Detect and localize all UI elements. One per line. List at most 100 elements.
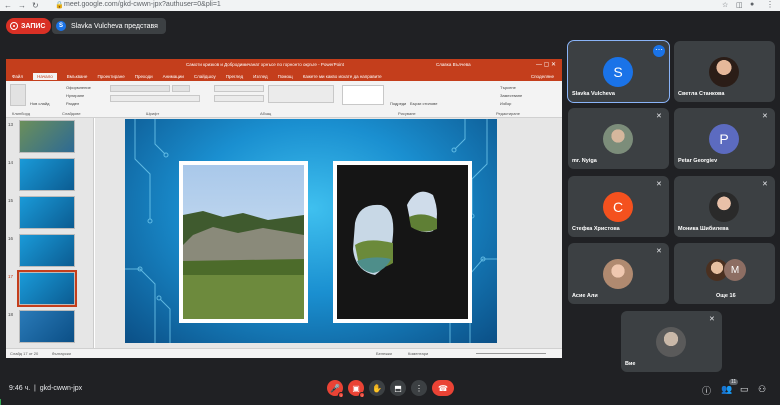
slide-thumbnail[interactable] xyxy=(19,120,75,153)
raise-hand-icon[interactable]: ✋ xyxy=(369,380,385,396)
group-drawing: Рисуване xyxy=(398,111,416,116)
group-slides: Слайдове xyxy=(62,111,81,116)
ppt-user-name: Славка Вълчева xyxy=(436,62,471,67)
more-options-icon[interactable]: ⋯ xyxy=(653,45,665,57)
new-slide-button[interactable]: Нов слайд xyxy=(30,101,49,106)
participant-tile[interactable]: ⋯ S Slavka Vulcheva xyxy=(567,40,670,103)
star-icon[interactable]: ☆ xyxy=(722,1,728,9)
present-icon[interactable]: ⬒ xyxy=(390,380,406,396)
quick-styles-button[interactable]: Бързи стилове xyxy=(410,101,437,106)
participant-tile[interactable]: ✕ Асие Али xyxy=(568,243,669,304)
section-button[interactable]: Раздел xyxy=(66,101,79,106)
ppt-status-bar: Слайд 17 от 20 български Бележки Комента… xyxy=(6,348,562,358)
tab-transitions[interactable]: Преходи xyxy=(135,74,153,79)
tab-home[interactable]: Начало xyxy=(33,72,57,80)
select-button[interactable]: Избор xyxy=(500,101,511,106)
slide-photo-cliffs[interactable] xyxy=(179,161,308,323)
info-icon[interactable]: ⓘ xyxy=(702,384,711,397)
participant-name: Моника Шибилева xyxy=(678,226,729,232)
chat-icon[interactable]: ▭ xyxy=(740,384,749,395)
tab-slideshow[interactable]: Слайдшоу xyxy=(194,74,216,79)
more-vert-icon[interactable]: ⋮ xyxy=(411,380,427,396)
current-slide[interactable] xyxy=(125,119,497,343)
avatar: С xyxy=(603,192,633,222)
participant-name: Slavka Vulcheva xyxy=(572,91,615,97)
zoom-slider[interactable] xyxy=(476,353,546,354)
participant-tile[interactable]: ✕ С Стефка Христова xyxy=(568,176,669,237)
participant-tile[interactable]: ✕ P Petar Georgiev xyxy=(674,108,775,169)
group-font: Шрифт xyxy=(146,111,160,116)
forward-icon[interactable]: → xyxy=(18,1,26,10)
tab-animations[interactable]: Анимации xyxy=(163,74,184,79)
profile-icon[interactable]: ● xyxy=(750,1,754,8)
participant-name: Petar Georgiev xyxy=(678,158,718,164)
slide-thumbnail[interactable] xyxy=(19,310,75,343)
tab-review[interactable]: Преглед xyxy=(226,74,243,79)
ppt-ribbon-tabs: Файл Начало Вмъкване Проектиране Преходи… xyxy=(6,71,562,81)
more-participants-tile[interactable]: M Още 16 xyxy=(674,243,775,304)
paste-button[interactable] xyxy=(10,84,26,106)
presenter-chip[interactable]: S Slavka Vulcheva представя xyxy=(52,18,166,34)
address-bar[interactable]: meet.google.com/gkd-cwwn-jpx?authuser=0&… xyxy=(64,1,221,8)
participant-tile[interactable]: ✕ Моника Шибилева xyxy=(674,176,775,237)
participant-tile[interactable]: ✕ mr. Nyiga xyxy=(568,108,669,169)
notes-button[interactable]: Бележки xyxy=(376,351,392,356)
people-icon[interactable]: 👥 xyxy=(721,384,732,395)
shared-screen: Самоти кризков и Добродимичанат хрнъсе п… xyxy=(6,59,562,358)
back-icon[interactable]: ← xyxy=(4,1,12,10)
lock-icon[interactable]: 🔒 xyxy=(55,1,64,9)
group-editing: Редактиране xyxy=(496,111,520,116)
browser-menu-icon[interactable]: ⋮ xyxy=(766,0,774,9)
share-button[interactable]: Споделяне xyxy=(531,74,554,79)
tab-view[interactable]: Изглед xyxy=(253,74,268,79)
mic-off-icon: ✕ xyxy=(656,181,662,188)
font-size-select[interactable] xyxy=(172,85,190,92)
avatar-photo xyxy=(709,192,739,222)
slide-thumbnail[interactable] xyxy=(19,196,75,229)
participant-tile[interactable]: Светла Станкова xyxy=(674,41,775,102)
ppt-title-bar: Самоти кризков и Добродимичанат хрнъсе п… xyxy=(6,59,562,71)
mic-off-icon: ✕ xyxy=(762,181,768,188)
meet-top-bar: ЗАПИС S Slavka Vulcheva представя xyxy=(0,11,780,41)
language-status[interactable]: български xyxy=(52,351,71,356)
list-buttons[interactable] xyxy=(214,85,264,92)
tab-insert[interactable]: Вмъкване xyxy=(67,74,88,79)
arrange-button[interactable]: Подреди xyxy=(390,101,406,106)
tell-me-search[interactable]: Кажете ми какво искате да направите xyxy=(303,74,382,79)
font-name-select[interactable] xyxy=(110,85,170,92)
tab-design[interactable]: Проектиране xyxy=(97,74,124,79)
window-controls-icon[interactable]: — ▢ ✕ xyxy=(536,61,556,68)
browser-toolbar: ← → ↻ 🔒 meet.google.com/gkd-cwwn-jpx?aut… xyxy=(0,0,780,11)
align-buttons[interactable] xyxy=(214,95,264,102)
avatar: P xyxy=(709,124,739,154)
slide-thumbnail[interactable] xyxy=(19,158,75,191)
extension-icon[interactable]: ◫ xyxy=(736,1,743,9)
text-direction-buttons[interactable] xyxy=(268,85,334,103)
layout-button[interactable]: Оформление xyxy=(66,85,91,90)
tab-help[interactable]: Помощ xyxy=(278,74,293,79)
presenter-label: Slavka Vulcheva представя xyxy=(71,22,158,30)
thumb-number: 18 xyxy=(8,312,14,317)
mic-off-icon: ✕ xyxy=(762,113,768,120)
reload-icon[interactable]: ↻ xyxy=(32,1,39,10)
tab-file[interactable]: Файл xyxy=(12,74,23,79)
replace-button[interactable]: Заместване xyxy=(500,93,522,98)
slide-thumbnail[interactable] xyxy=(19,234,75,267)
thumb-number: 16 xyxy=(8,236,14,241)
shapes-gallery[interactable] xyxy=(342,85,384,105)
self-view-tile[interactable]: ✕ Вие xyxy=(621,311,722,372)
end-call-icon[interactable]: ☎ xyxy=(432,380,454,396)
avatar-photo xyxy=(656,327,686,357)
comments-button[interactable]: Коментари xyxy=(408,351,428,356)
slide-thumbnail-selected[interactable] xyxy=(17,270,77,307)
slide-thumbnail-pane: 13 14 15 16 17 18 xyxy=(6,118,94,348)
thumb-number: 14 xyxy=(8,160,14,165)
mic-off-icon: ✕ xyxy=(656,248,662,255)
activities-icon[interactable]: ⚇ xyxy=(758,384,766,395)
font-format-buttons[interactable] xyxy=(110,95,200,102)
reset-button[interactable]: Нулиране xyxy=(66,93,84,98)
find-button[interactable]: Търсене xyxy=(500,85,516,90)
slide-photo-cave[interactable] xyxy=(333,161,472,323)
avatar-photo xyxy=(603,124,633,154)
cliff-landscape-image xyxy=(183,165,304,319)
